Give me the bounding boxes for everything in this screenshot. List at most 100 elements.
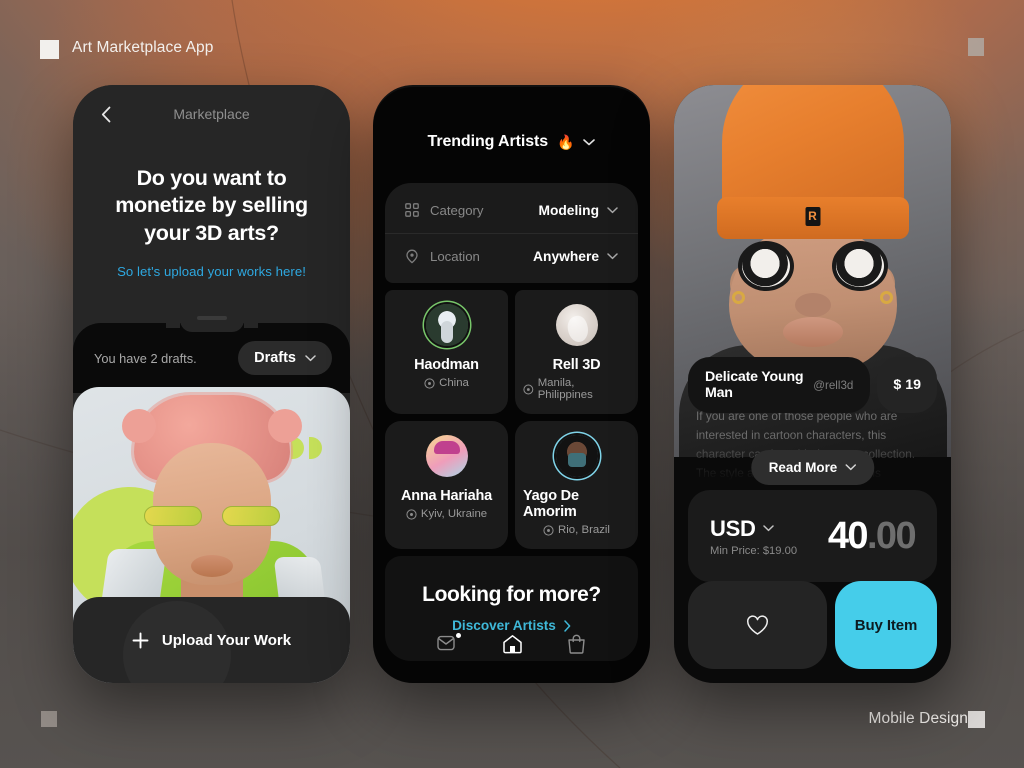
price-amount-whole: 40 [827, 514, 869, 557]
location-pin-icon [543, 524, 554, 536]
artist-location-label: China [439, 377, 469, 389]
artwork-figure-lips [190, 555, 233, 577]
filter-label-location: Location [430, 249, 480, 264]
chevron-down-icon [305, 354, 316, 361]
trending-artists-title: Trending Artists [427, 133, 549, 150]
artist-location: Manila, Philippines [523, 377, 630, 401]
artwork-figure-sunglasses [143, 505, 280, 527]
corner-marker-bottom-left [41, 711, 57, 727]
item-title-pill: Delicate Young Man @rell3d [688, 357, 871, 413]
mail-icon [437, 635, 455, 651]
phone1-drafts-bar: You have 2 drafts. Drafts [73, 314, 350, 393]
heart-icon [747, 614, 768, 635]
location-pin-icon [424, 377, 435, 389]
tab-shop[interactable] [567, 634, 586, 659]
filters-card: Category Modeling Location Anywhere [385, 183, 638, 283]
grid-icon [405, 203, 419, 217]
phone1-headline: Do you want to monetize by selling your … [115, 166, 308, 245]
currency-selector[interactable]: USD [710, 516, 797, 542]
avatar [425, 435, 468, 477]
phone1-top-section: Marketplace Do you want to monetize by s… [73, 85, 350, 317]
phone-screen-item-detail: R Delicate Young Man @rell3d $ 19 If you… [674, 85, 951, 683]
drafts-button-label: Drafts [254, 350, 296, 366]
avatar [555, 304, 598, 346]
favorite-button[interactable] [688, 581, 827, 669]
filter-row-category[interactable]: Category Modeling [385, 187, 638, 233]
shopping-bag-icon [568, 634, 585, 654]
artist-card-haodman[interactable]: Haodman China [385, 290, 508, 414]
price-amount[interactable]: 40.00 [827, 514, 917, 558]
phone-screen-trending-artists: Trending Artists 🔥 Category Modeling Loc… [373, 85, 650, 683]
character-lips [782, 317, 843, 347]
currency-block: USD Min Price: $19.00 [710, 516, 797, 557]
price-amount-decimal: .00 [866, 514, 917, 557]
notch-handle [165, 314, 258, 332]
avatar [425, 304, 468, 346]
item-header-row: Delicate Young Man @rell3d $ 19 [688, 357, 937, 413]
artist-location: Kyiv, Ukraine [406, 508, 487, 520]
trending-artists-header[interactable]: Trending Artists 🔥 [373, 85, 650, 181]
tab-messages[interactable] [437, 633, 461, 657]
drafts-count-label: You have 2 drafts. [94, 350, 197, 366]
chevron-down-icon [607, 253, 618, 260]
corner-marker-top-right [968, 38, 984, 56]
phone-screen-marketplace: Marketplace Do you want to monetize by s… [73, 85, 350, 683]
artist-location: China [424, 377, 469, 389]
artist-card-yago-de-amorim[interactable]: Yago De Amorim Rio, Brazil [515, 421, 638, 549]
artist-grid: Haodman China Rell 3D Manila, Philippine… [385, 290, 638, 549]
artist-location-label: Rio, Brazil [558, 524, 610, 536]
read-more-button[interactable]: Read More [750, 450, 875, 485]
item-title: Delicate Young Man [705, 369, 804, 401]
fire-icon: 🔥 [557, 133, 575, 150]
page-title: Art Marketplace App [72, 39, 214, 56]
character-nose [794, 293, 831, 317]
price-card: USD Min Price: $19.00 40.00 [688, 490, 937, 582]
artist-location: Rio, Brazil [543, 524, 610, 536]
character-earring-left [732, 291, 745, 304]
artist-card-rell3d[interactable]: Rell 3D Manila, Philippines [515, 290, 638, 414]
item-artist-handle[interactable]: @rell3d [813, 379, 853, 392]
filter-value-location: Anywhere [533, 249, 599, 264]
corner-marker-top-left [40, 40, 59, 59]
notch-grabber [196, 316, 227, 320]
location-pin-icon [523, 384, 534, 394]
notification-badge-dot [456, 633, 461, 638]
chevron-down-icon [762, 525, 774, 532]
item-price-badge-label: $ 19 [893, 377, 921, 393]
phone1-upload-link[interactable]: So let's upload your works here! [73, 264, 350, 279]
chevron-down-icon[interactable] [583, 138, 596, 146]
drafts-button[interactable]: Drafts [238, 341, 332, 375]
artist-name: Haodman [414, 357, 479, 373]
upload-your-work-button[interactable]: Upload Your Work [73, 597, 350, 683]
artist-location-label: Manila, Philippines [537, 377, 593, 401]
tab-home[interactable] [502, 634, 523, 659]
location-pin-icon [406, 508, 417, 520]
beanie-brand-logo-icon: R [805, 207, 820, 226]
character-earring-right [880, 291, 893, 304]
footer-label: Mobile Design [868, 710, 968, 727]
chevron-down-icon [845, 464, 856, 471]
buy-item-label: Buy Item [854, 616, 918, 634]
filter-value-category: Modeling [538, 202, 599, 218]
upload-button-label: Upload Your Work [161, 631, 292, 649]
back-button[interactable] [93, 101, 119, 127]
filter-row-location[interactable]: Location Anywhere [385, 233, 638, 279]
looking-for-more-title: Looking for more? [422, 583, 601, 606]
read-more-label: Read More [768, 460, 838, 475]
artist-card-anna-hariaha[interactable]: Anna Hariaha Kyiv, Ukraine [385, 421, 508, 549]
location-pin-icon [406, 249, 418, 264]
home-icon [503, 634, 522, 653]
artist-name: Anna Hariaha [400, 488, 493, 504]
plus-icon [132, 632, 149, 648]
corner-marker-bottom-right [968, 711, 985, 728]
artist-name: Rell 3D [552, 357, 601, 373]
item-price-badge: $ 19 [877, 357, 937, 413]
avatar [555, 435, 598, 477]
item-action-row: Buy Item [688, 581, 937, 669]
currency-label: USD [710, 515, 756, 541]
buy-item-button[interactable]: Buy Item [835, 581, 937, 669]
phone1-navbar: Marketplace [73, 85, 350, 143]
filter-label-category: Category [430, 202, 484, 218]
character-glasses [737, 241, 888, 291]
chevron-left-icon [101, 106, 111, 122]
